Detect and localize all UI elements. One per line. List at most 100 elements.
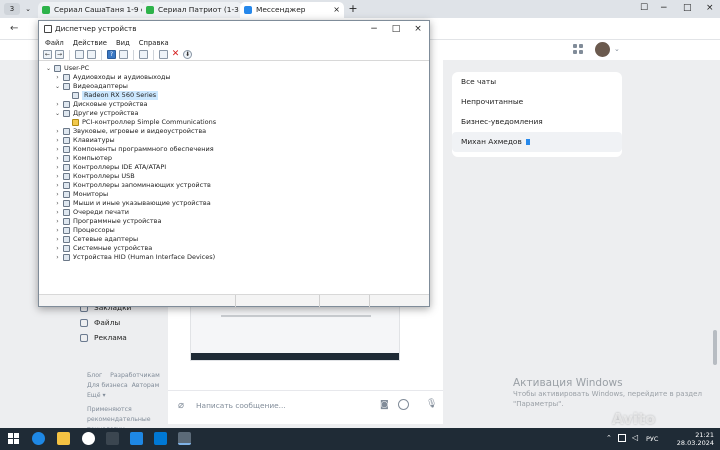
avatar[interactable] [595,42,610,57]
microphone-icon[interactable]: 🎙 [426,399,437,409]
properties-icon[interactable] [87,50,96,59]
tree-node[interactable]: › Дисковые устройства [39,100,429,109]
camera-icon[interactable]: ◙ [380,400,389,410]
file-explorer-icon[interactable] [57,432,70,445]
apps-grid-icon[interactable] [573,44,583,54]
tab-patriot[interactable]: Сериал Патриот (1-3 сезо [142,2,242,18]
footer-link-business[interactable]: Для бизнеса [87,382,128,389]
expand-chevron-icon[interactable]: › [54,181,61,190]
footer-link-more[interactable]: Ещё [87,392,101,399]
clock[interactable]: 21:21 28.03.2024 [677,431,714,447]
tab-list-chevron-icon[interactable]: ⌄ [22,3,34,15]
tree-node[interactable]: › Компьютер [39,154,429,163]
tree-node[interactable]: › Контроллеры USB [39,172,429,181]
edge-icon[interactable] [32,432,45,445]
tree-node[interactable]: ⌄ Другие устройства [39,109,429,118]
maximize-window-icon[interactable]: □ [385,22,407,36]
expand-chevron-icon[interactable]: › [54,235,61,244]
expand-chevron-icon[interactable]: › [54,226,61,235]
tree-node[interactable]: › Контроллеры IDE ATA/ATAPI [39,163,429,172]
media-icon[interactable] [106,432,119,445]
tree-node[interactable]: › Звуковые, игровые и видеоустройства [39,127,429,136]
tree-node[interactable]: › Компоненты программного обеспечения [39,145,429,154]
tree-node[interactable]: › Системные устройства [39,244,429,253]
download-driver-icon[interactable]: ⬇ [183,50,192,59]
tree-node[interactable]: ⌄ User-PC [39,64,429,73]
tree-node[interactable]: › Очереди печати [39,208,429,217]
battery-icon[interactable] [618,434,626,442]
expand-chevron-icon[interactable]: › [54,100,61,109]
help-icon[interactable]: ? [107,50,116,59]
expand-chevron-icon[interactable]: › [54,190,61,199]
tree-node[interactable]: › Процессоры [39,226,429,235]
language-indicator[interactable]: РУС [646,435,658,443]
tree-node[interactable]: › Программные устройства [39,217,429,226]
device-manager-titlebar[interactable]: Диспетчер устройств − □ × [39,21,429,37]
expand-chevron-icon[interactable]: › [54,163,61,172]
close-browser-icon[interactable]: × [706,3,714,13]
tray-chevron-icon[interactable]: ⌃ [606,434,612,442]
bookmark-icon[interactable]: ☐ [640,3,648,13]
expand-chevron-icon[interactable]: › [54,154,61,163]
attach-icon[interactable]: ⌀ [178,400,184,411]
expand-chevron-icon[interactable]: › [54,253,61,262]
nav-files[interactable]: Файлы [80,315,170,330]
filter-unread[interactable]: Непрочитанные [452,92,622,112]
show-hide-tree-icon[interactable] [75,50,84,59]
expand-chevron-icon[interactable]: › [54,208,61,217]
tree-node[interactable]: › Клавиатуры [39,136,429,145]
page-scrollbar[interactable] [713,330,717,365]
menu-help[interactable]: Справка [139,37,169,49]
collapse-chevron-icon[interactable]: ⌄ [45,64,52,73]
emoji-icon[interactable] [398,399,409,410]
chevron-down-icon[interactable]: ⌄ [614,45,620,53]
back-arrow-icon[interactable]: ← [43,50,52,59]
update-driver-icon[interactable] [159,50,168,59]
tree-node[interactable]: ⌄ Видеоадаптеры [39,82,429,91]
footer-link-blog[interactable]: Блог [87,372,102,379]
tree-node[interactable]: › Мыши и иные указывающие устройства [39,199,429,208]
close-window-icon[interactable]: × [407,22,429,36]
tree-node[interactable]: › Устройства HID (Human Interface Devices… [39,253,429,262]
minimize-window-icon[interactable]: − [363,22,385,36]
word-icon[interactable] [130,432,143,445]
attached-screenshot-preview[interactable] [190,306,400,361]
tree-node[interactable]: › Контроллеры запоминающих устройств [39,181,429,190]
collapse-chevron-icon[interactable]: ⌄ [54,82,61,91]
scan-hardware-icon[interactable] [139,50,148,59]
expand-chevron-icon[interactable]: › [54,244,61,253]
close-tab-icon[interactable]: × [333,2,340,17]
menu-view[interactable]: Вид [116,37,130,49]
expand-chevron-icon[interactable]: › [54,127,61,136]
filter-business[interactable]: Бизнес-уведомления [452,112,622,132]
uninstall-device-icon[interactable]: ✕ [171,50,180,59]
tab-sashatanya[interactable]: Сериал СашаТаня 1-9 сезо [38,2,144,18]
minimize-icon[interactable]: − [660,3,668,13]
back-icon[interactable]: ← [10,23,18,34]
volume-icon[interactable]: ◁ [632,433,638,442]
store-icon[interactable] [154,432,167,445]
filter-contact-mikhan[interactable]: Михан Ахмедов [452,132,622,152]
tree-node[interactable]: Radeon RX 560 Series [39,91,429,100]
tree-node[interactable]: › Мониторы [39,190,429,199]
tab-count-badge[interactable]: 3 [4,3,20,15]
nav-ads[interactable]: Реклама [80,330,170,345]
view-icon[interactable] [119,50,128,59]
maximize-icon[interactable]: □ [683,3,692,13]
expand-chevron-icon[interactable]: › [54,217,61,226]
expand-chevron-icon[interactable]: › [54,73,61,82]
menu-action[interactable]: Действие [73,37,107,49]
footer-link-developers[interactable]: Разработчикам [110,372,160,379]
forward-arrow-icon[interactable]: → [55,50,64,59]
expand-chevron-icon[interactable]: › [54,136,61,145]
message-input[interactable]: Написать сообщение... [196,401,286,410]
yandex-browser-icon[interactable] [82,432,95,445]
expand-chevron-icon[interactable]: › [54,199,61,208]
filter-all-chats[interactable]: Все чаты [452,72,622,92]
expand-chevron-icon[interactable]: › [54,172,61,181]
tab-messenger[interactable]: Мессенджер × [240,2,344,18]
device-manager-taskbar-icon[interactable] [178,432,191,445]
new-tab-button[interactable]: + [346,2,360,16]
start-button-icon[interactable] [8,433,19,444]
menu-file[interactable]: Файл [45,37,64,49]
